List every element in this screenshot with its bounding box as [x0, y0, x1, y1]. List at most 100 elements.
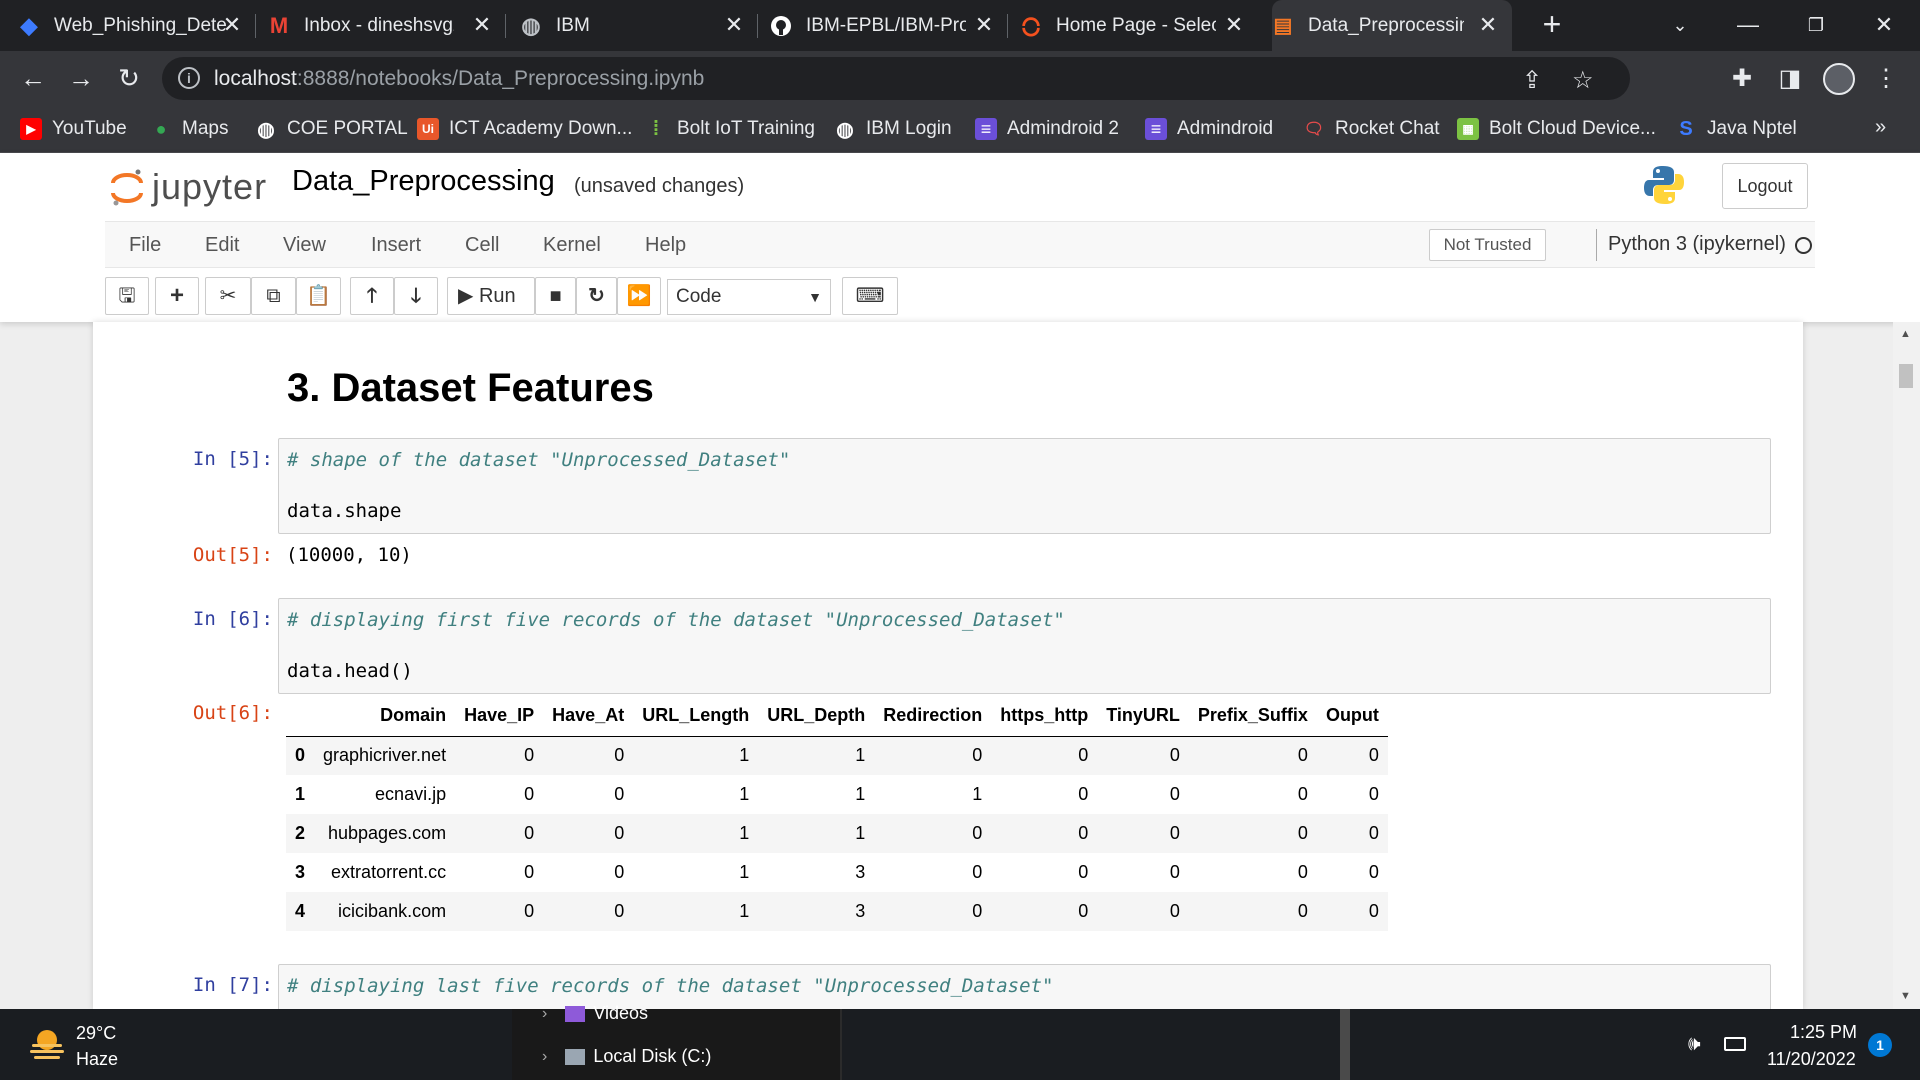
run-button[interactable]: ▶ Run [447, 277, 535, 315]
output-prompt: Out[5]: [192, 544, 273, 566]
menu-view[interactable]: View [283, 234, 326, 257]
bookmark-item[interactable]: ▶ YouTube [20, 116, 127, 142]
minimize-button[interactable]: — [1728, 8, 1768, 42]
bookmark-item[interactable]: 🗨 Rocket Chat [1303, 116, 1440, 142]
chevron-right-icon: › [542, 1047, 548, 1065]
window-close-button[interactable]: ✕ [1864, 8, 1904, 42]
notebook-name[interactable]: Data_Preprocessing [292, 165, 555, 198]
diamond-icon: ◆ [20, 12, 38, 38]
close-tab-icon[interactable]: ✕ [1476, 13, 1500, 37]
weather-haze-icon[interactable] [28, 1026, 66, 1062]
close-tab-icon[interactable]: ✕ [722, 13, 746, 37]
row-index: 1 [295, 784, 306, 804]
reload-button[interactable]: ↻ [112, 61, 146, 95]
menu-insert[interactable]: Insert [371, 234, 421, 257]
menu-file[interactable]: File [129, 234, 161, 257]
volume-icon[interactable]: 🕪 [1688, 1033, 1701, 1056]
column-header: Prefix_Suffix [1188, 696, 1317, 737]
bookmark-star-icon[interactable]: ☆ [1572, 66, 1594, 95]
explorer-item-videos[interactable]: › Videos [542, 1003, 648, 1024]
tab-search-icon[interactable]: ⌄ [1660, 8, 1700, 42]
bookmark-item[interactable]: ● Maps [150, 116, 229, 142]
scroll-down-icon[interactable]: ▼ [1900, 990, 1911, 1002]
tab-separator [255, 14, 256, 38]
section-heading: 3. Dataset Features [287, 366, 654, 410]
cut-icon[interactable]: ✂ [205, 277, 251, 315]
browser-tab[interactable]: ◆ Web_Phishing_Dete ✕ [18, 0, 256, 51]
bookmark-item[interactable]: ⁞ Bolt IoT Training [645, 116, 815, 142]
keyboard-icon[interactable]: ⌨ [842, 277, 898, 315]
browser-tab[interactable]: Home Page - Select ✕ [1020, 0, 1258, 51]
page-scrollbar[interactable]: ▲ ▼ [1893, 322, 1920, 1009]
input-prompt: In [7]: [192, 974, 273, 996]
bookmark-item[interactable]: Ui ICT Academy Down... [417, 116, 632, 142]
jupyter-logo[interactable]: jupyter [110, 165, 267, 209]
chrome-menu-icon[interactable]: ⋮ [1871, 64, 1901, 94]
clock-date[interactable]: 11/20/2022 [1767, 1049, 1856, 1070]
site-info-icon[interactable]: i [178, 67, 200, 89]
bookmark-item[interactable]: S Java Nptel [1675, 116, 1797, 142]
logout-button[interactable]: Logout [1722, 163, 1808, 209]
close-tab-icon[interactable]: ✕ [470, 13, 494, 37]
bookmark-item[interactable]: ◍ COE PORTAL [255, 116, 407, 142]
table-body: 0 graphicriver.net 0 0 1 1 0 0 0 0 0 1 ecnavi.jp 0 0 1 1… [286, 736, 1388, 931]
menu-bar: File Edit View Insert Cell Kernel Help N… [105, 221, 1815, 268]
move-up-icon[interactable]: 🡑 [350, 277, 394, 315]
explorer-item-local-disk[interactable]: › Local Disk (C:) [542, 1046, 711, 1067]
notification-badge[interactable]: 1 [1868, 1033, 1892, 1057]
code-cell[interactable]: # shape of the dataset "Unprocessed_Data… [278, 438, 1771, 534]
menu-edit[interactable]: Edit [205, 234, 239, 257]
chevron-down-icon: ▼ [808, 289, 822, 305]
forward-button[interactable]: → [64, 61, 98, 95]
scroll-up-icon[interactable]: ▲ [1900, 328, 1911, 340]
share-icon[interactable]: ⇪ [1522, 66, 1542, 95]
copy-icon[interactable]: ⧉ [251, 277, 296, 315]
bolt-cloud-icon: ▦ [1457, 118, 1479, 140]
table-row: 4 icicibank.com 0 0 1 3 0 0 0 0 0 [286, 892, 1388, 931]
weather-temperature[interactable]: 29°C [76, 1023, 116, 1044]
profile-avatar[interactable] [1823, 63, 1855, 95]
clock-time[interactable]: 1:25 PM [1790, 1022, 1857, 1043]
close-tab-icon[interactable]: ✕ [220, 13, 244, 37]
scroll-thumb[interactable] [1899, 364, 1913, 388]
close-tab-icon[interactable]: ✕ [972, 13, 996, 37]
back-button[interactable]: ← [16, 61, 50, 95]
side-panel-icon[interactable]: ◨ [1775, 64, 1805, 94]
table-cell: 0 [991, 892, 1098, 931]
trust-button[interactable]: Not Trusted [1429, 229, 1546, 261]
stop-icon[interactable]: ■ [535, 277, 576, 315]
explorer-scrollbar[interactable] [1340, 1009, 1350, 1080]
file-explorer-peek: › Videos › Local Disk (C:) [512, 1003, 1350, 1080]
insert-cell-icon[interactable]: + [155, 277, 199, 315]
new-tab-button[interactable]: + [1535, 8, 1569, 42]
cell-type-select[interactable]: Code ▼ [667, 279, 831, 315]
restore-button[interactable]: ❐ [1796, 8, 1836, 42]
bookmark-item[interactable]: ≡ Admindroid 2 [975, 116, 1119, 142]
move-down-icon[interactable]: 🡓 [394, 277, 438, 315]
browser-tab[interactable]: M Inbox - dineshsvg2 ✕ [268, 0, 506, 51]
bookmark-label: Java Nptel [1707, 118, 1797, 139]
menu-cell[interactable]: Cell [465, 234, 499, 257]
url-text[interactable]: localhost:8888/notebooks/Data_Preprocess… [214, 67, 704, 91]
battery-icon[interactable] [1724, 1037, 1746, 1051]
restart-run-all-icon[interactable]: ⏩ [617, 277, 661, 315]
browser-tab[interactable]: IBM-EPBL/IBM-Proj ✕ [770, 0, 1008, 51]
extensions-icon[interactable]: ✚ [1727, 64, 1757, 94]
bookmark-item[interactable]: ◍ IBM Login [834, 116, 951, 142]
url-bar[interactable]: i localhost:8888/notebooks/Data_Preproce… [162, 57, 1630, 100]
bookmark-item[interactable]: ≡ Admindroid [1145, 116, 1273, 142]
code-cell[interactable]: # displaying last five records of the da… [278, 964, 1771, 1009]
browser-tab[interactable]: ◍ IBM ✕ [520, 0, 758, 51]
kernel-name[interactable]: Python 3 (ipykernel) [1608, 233, 1786, 256]
close-tab-icon[interactable]: ✕ [1222, 13, 1246, 37]
restart-icon[interactable]: ↻ [576, 277, 617, 315]
browser-tab-active[interactable]: ▤ Data_Preprocessing ✕ [1272, 0, 1512, 51]
more-bookmarks-icon[interactable]: » [1875, 116, 1886, 139]
menu-kernel[interactable]: Kernel [543, 234, 601, 257]
paste-icon[interactable]: 📋 [296, 277, 341, 315]
code-cell[interactable]: # displaying first five records of the d… [278, 598, 1771, 694]
save-icon[interactable]: 🖫 [105, 277, 149, 315]
bookmark-item[interactable]: ▦ Bolt Cloud Device... [1457, 116, 1656, 142]
weather-description[interactable]: Haze [76, 1049, 118, 1070]
menu-help[interactable]: Help [645, 234, 686, 257]
